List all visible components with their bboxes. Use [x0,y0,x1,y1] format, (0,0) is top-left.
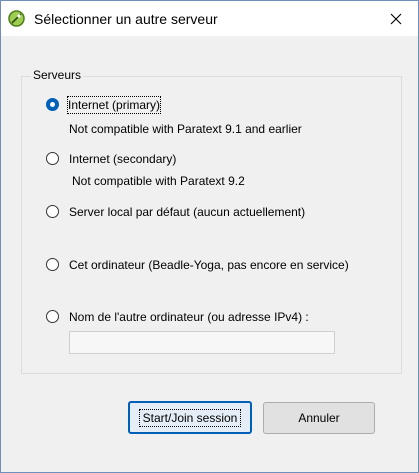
option-internet-primary-label[interactable]: Internet (primary) [66,96,162,114]
window-title: Sélectionner un autre serveur [34,11,218,27]
other-computer-address-input[interactable] [69,331,335,354]
radio-internet-secondary[interactable] [46,152,59,165]
start-join-session-button[interactable]: Start/Join session [128,401,252,434]
cancel-label: Annuler [298,411,340,425]
title-bar: Sélectionner un autre serveur [1,1,418,36]
option-this-computer-label[interactable]: Cet ordinateur (Beadle-Yoga, pas encore … [69,257,349,273]
cancel-button[interactable]: Annuler [263,402,375,434]
close-icon [390,13,402,24]
radio-local-server[interactable] [46,205,59,218]
start-join-session-label: Start/Join session [138,408,242,427]
servers-group-label: Serveurs [31,67,84,83]
option-other-computer-label[interactable]: Nom de l'autre ordinateur (ou adresse IP… [69,309,309,325]
option-local-server-label[interactable]: Server local par défaut (aucun actuellem… [69,204,305,220]
dialog-window: Sélectionner un autre serveur Serveurs I… [0,0,419,473]
app-circle-icon [8,10,25,27]
option-internet-primary-note: Not compatible with Paratext 9.1 and ear… [69,122,302,136]
close-button[interactable] [374,1,418,36]
radio-other-computer[interactable] [46,310,59,323]
option-internet-secondary-note: Not compatible with Paratext 9.2 [72,174,245,188]
option-internet-secondary-label[interactable]: Internet (secondary) [69,151,176,167]
radio-this-computer[interactable] [46,258,59,271]
radio-internet-primary[interactable] [46,98,59,111]
